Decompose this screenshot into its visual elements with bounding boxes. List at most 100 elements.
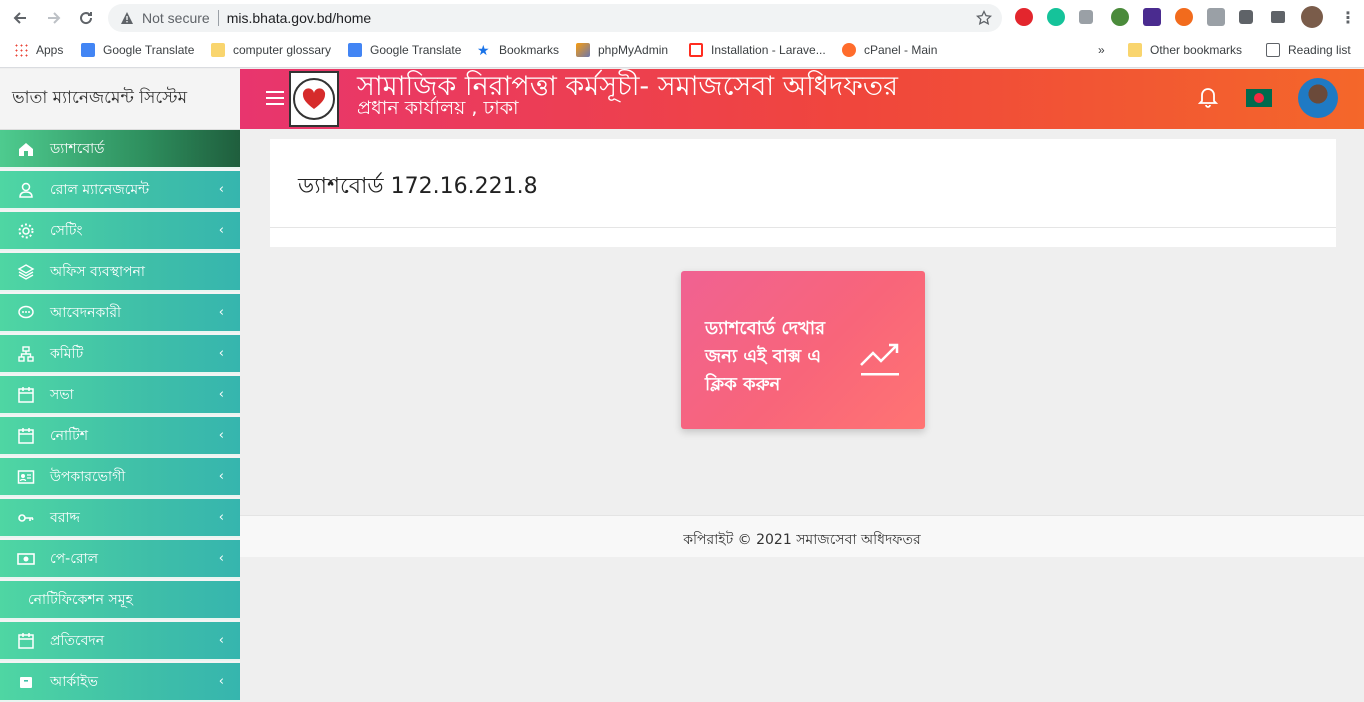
diamond-extension-icon[interactable] — [1143, 8, 1161, 26]
app-brand[interactable]: ভাতা ম্যানেজমেন্ট সিস্টেম — [0, 69, 240, 130]
profile-avatar-icon[interactable] — [1301, 6, 1323, 28]
chevron-left-icon[interactable]: ‹ — [219, 551, 224, 566]
address-bar[interactable]: Not secure mis.bhata.gov.bd/home — [108, 4, 1002, 32]
sidebar-item-8[interactable]: উপকারভোগী ‹ — [0, 458, 240, 497]
chevron-left-icon[interactable]: ‹ — [219, 674, 224, 689]
chevron-left-icon[interactable]: ‹ — [219, 305, 224, 320]
bookmark-google-translate[interactable]: Google Translate — [81, 43, 194, 57]
dashboard-tile-text: ড্যাশবোর্ড দেখার জন্য এই বাক্স এ ক্লিক ক… — [705, 318, 826, 395]
sidebar-item-label: নোটিফিকেশন সমূহ — [28, 591, 133, 608]
sidebar-item-4[interactable]: আবেদনকারী ‹ — [0, 294, 240, 333]
sidebar-item-6[interactable]: সভা ‹ — [0, 376, 240, 415]
footer: কপিরাইট © 2021 সমাজসেবা অধিদফতর — [240, 515, 1364, 557]
reading-list[interactable]: Reading list — [1266, 43, 1351, 57]
sidebar-item-label: রোল ম্যানেজমেন্ট — [50, 181, 150, 198]
sidebar-item-label: সেটিং — [50, 222, 83, 239]
fire-extension-icon[interactable] — [1175, 8, 1193, 26]
bookmark-label: Other bookmarks — [1150, 43, 1243, 57]
apps-grid-icon — [14, 43, 28, 57]
sidebar-item-11[interactable]: নোটিফিকেশন সমূহ — [0, 581, 240, 620]
chevron-left-icon[interactable]: ‹ — [219, 428, 224, 443]
arrow-right-icon — [48, 12, 61, 24]
chevron-left-icon[interactable]: ‹ — [219, 469, 224, 484]
sidebar-item-13[interactable]: আর্কাইভ ‹ — [0, 663, 240, 702]
bookmark-label: Installation - Larave... — [711, 43, 826, 57]
bookmark-star-icon[interactable] — [976, 10, 992, 26]
sidebar-item-9[interactable]: বরাদ্দ ‹ — [0, 499, 240, 538]
chevron-left-icon[interactable]: ‹ — [219, 223, 224, 238]
forward-button[interactable] — [42, 6, 66, 30]
home-icon — [16, 139, 36, 159]
url-text[interactable]: mis.bhata.gov.bd/home — [227, 10, 372, 26]
adblock-extension-icon[interactable] — [1015, 8, 1033, 26]
more-menu-icon[interactable]: ⋮ — [1340, 8, 1356, 27]
overflow-label: » — [1098, 43, 1105, 57]
star-icon: ★ — [477, 42, 490, 58]
security-label[interactable]: Not secure — [142, 10, 210, 26]
sidebar-item-0[interactable]: ড্যাশবোর্ড — [0, 130, 240, 169]
reading-list-icon — [1266, 43, 1280, 57]
dashboard-tile[interactable]: ড্যাশবোর্ড দেখার জন্য এই বাক্স এ ক্লিক ক… — [681, 271, 925, 429]
camera-extension-icon[interactable] — [1207, 8, 1225, 26]
top-header: সামাজিক নিরাপত্তা কর্মসূচী- সমাজসেবা অধি… — [240, 69, 1364, 129]
user-avatar[interactable] — [1298, 78, 1338, 118]
arrow-left-icon — [13, 12, 26, 24]
bookmark-bookmarks[interactable]: ★ Bookmarks — [477, 43, 559, 57]
back-button[interactable] — [8, 6, 32, 30]
header-subtitle: প্রধান কার্যালয় , ঢাকা — [357, 97, 519, 119]
sidebar-item-12[interactable]: প্রতিবেদন ‹ — [0, 622, 240, 661]
layers-icon — [16, 262, 36, 282]
user-icon — [16, 180, 36, 200]
sidebar-item-label: অফিস ব্যবস্থাপনা — [50, 263, 145, 280]
vue-extension-icon[interactable] — [1079, 10, 1093, 24]
chevron-left-icon[interactable]: ‹ — [219, 633, 224, 648]
bookmark-label: Bookmarks — [499, 43, 560, 57]
other-bookmarks[interactable]: Other bookmarks — [1128, 43, 1242, 57]
sidebar-item-label: নোটিশ — [50, 427, 89, 444]
globe-extension-icon[interactable] — [1111, 8, 1129, 26]
grammarly-extension-icon[interactable] — [1047, 8, 1065, 26]
key-icon — [16, 508, 36, 528]
browser-toolbar: Not secure mis.bhata.gov.bd/home ⋮ — [0, 0, 1364, 36]
sidebar-item-5[interactable]: কমিটি ‹ — [0, 335, 240, 374]
sidebar-item-1[interactable]: রোল ম্যানেজমেন্ট ‹ — [0, 171, 240, 210]
notification-bell-icon[interactable] — [1198, 86, 1218, 108]
bookmark-cpanel[interactable]: cPanel - Main — [842, 43, 937, 57]
money-icon — [16, 549, 36, 569]
sidebar-item-label: ড্যাশবোর্ড — [50, 140, 105, 157]
sidebar-item-label: আবেদনকারী — [50, 304, 122, 321]
chat-icon — [16, 303, 36, 323]
folder-icon — [1128, 43, 1142, 57]
sidebar-item-label: উপকারভোগী — [50, 468, 126, 485]
bangladesh-flag-icon[interactable] — [1246, 89, 1272, 107]
chevron-left-icon[interactable]: ‹ — [219, 510, 224, 525]
puzzle-extensions-icon[interactable] — [1239, 10, 1253, 24]
sidebar-item-label: পে-রোল — [50, 550, 99, 567]
page-header-card: ড্যাশবোর্ড 172.16.221.8 — [270, 139, 1336, 227]
google-translate-icon — [348, 43, 362, 57]
calendar-icon — [16, 426, 36, 446]
bookmark-computer-glossary[interactable]: computer glossary — [211, 43, 331, 57]
calendar-icon — [16, 631, 36, 651]
bookmark-label: cPanel - Main — [864, 43, 938, 57]
chevron-left-icon[interactable]: ‹ — [219, 387, 224, 402]
sidebar-item-3[interactable]: অফিস ব্যবস্থাপনা — [0, 253, 240, 292]
card-divider — [270, 227, 1336, 247]
bookmark-laravel[interactable]: Installation - Larave... — [689, 43, 826, 57]
bookmarks-overflow-button[interactable]: » — [1098, 43, 1105, 57]
hamburger-menu-icon[interactable] — [266, 91, 284, 105]
sitemap-icon — [16, 344, 36, 364]
chevron-left-icon[interactable]: ‹ — [219, 346, 224, 361]
sidebar-item-10[interactable]: পে-রোল ‹ — [0, 540, 240, 579]
bookmark-google-translate-2[interactable]: Google Translate — [348, 43, 461, 57]
bookmark-label: Reading list — [1288, 43, 1351, 57]
bookmark-label: Google Translate — [370, 43, 462, 57]
sidebar-item-2[interactable]: সেটিং ‹ — [0, 212, 240, 251]
bookmark-phpmyadmin[interactable]: phpMyAdmin — [576, 43, 668, 57]
reload-icon — [80, 12, 93, 25]
chevron-left-icon[interactable]: ‹ — [219, 182, 224, 197]
media-controls-icon[interactable] — [1271, 11, 1285, 23]
reload-button[interactable] — [74, 6, 98, 30]
bookmark-apps[interactable]: Apps — [14, 43, 63, 57]
sidebar-item-7[interactable]: নোটিশ ‹ — [0, 417, 240, 456]
